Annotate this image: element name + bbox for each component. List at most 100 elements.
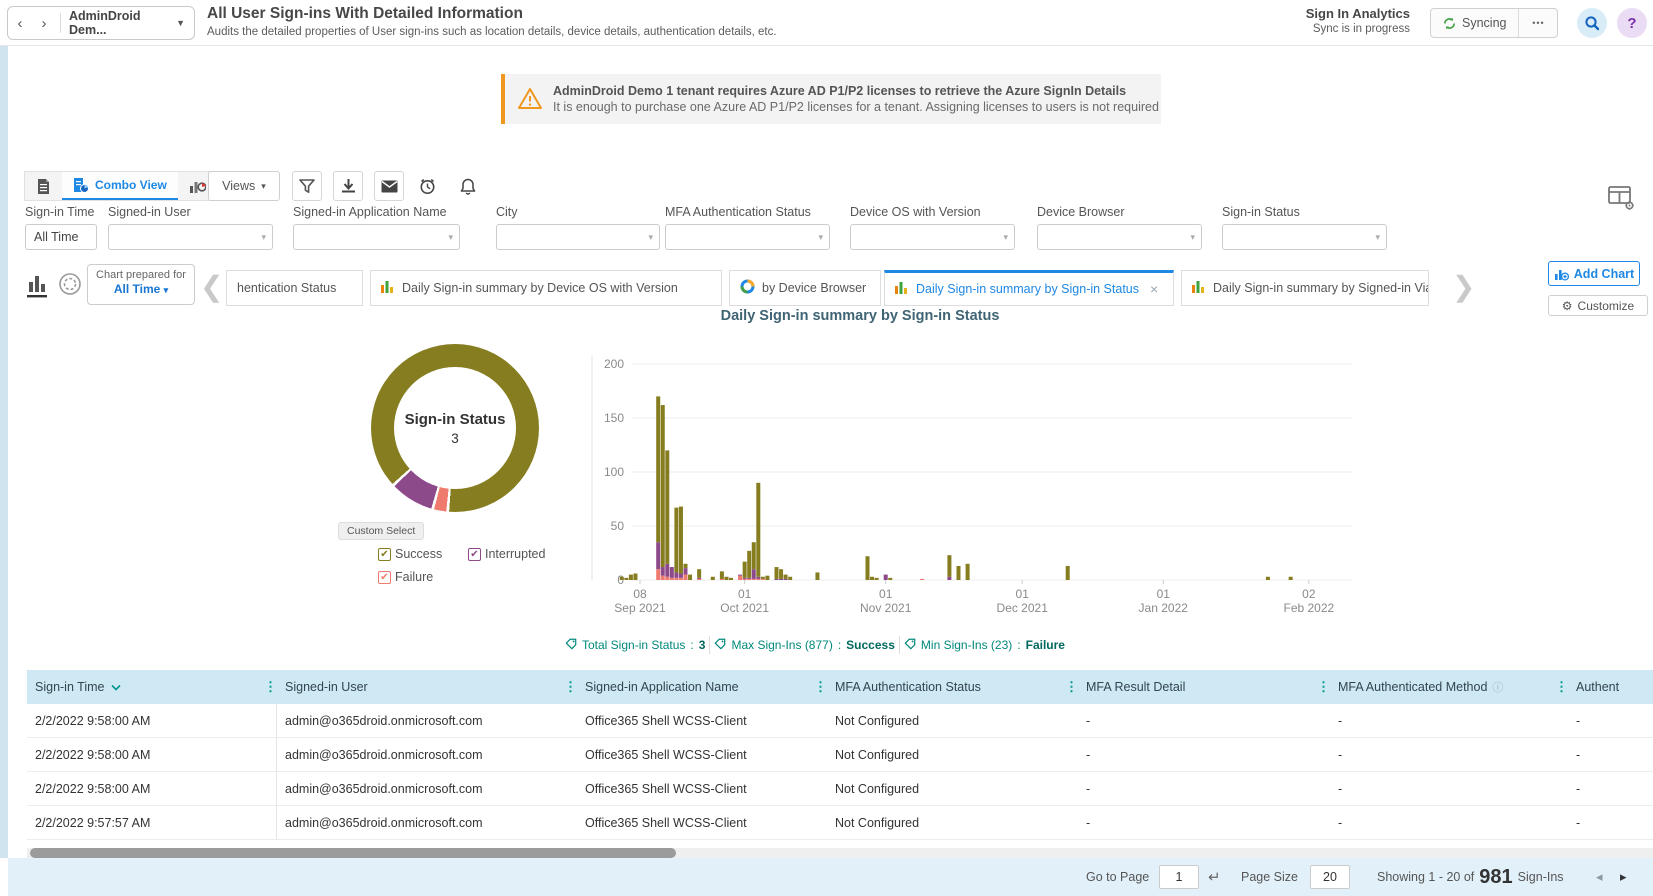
table-cell: - xyxy=(1078,738,1330,772)
column-header-mfa-result-detail[interactable]: MFA Result Detail xyxy=(1078,670,1330,704)
syncing-button[interactable]: Syncing xyxy=(1431,9,1519,37)
search-button[interactable] xyxy=(1577,8,1607,38)
column-menu-icon[interactable]: ⋮ xyxy=(1555,679,1568,695)
column-menu-icon[interactable]: ⋮ xyxy=(1317,679,1330,695)
chart-tab-3[interactable]: Daily Sign-in summary by Sign-in Status× xyxy=(884,270,1174,306)
left-scroll-strip[interactable] xyxy=(0,46,8,858)
checkbox-checked-icon[interactable]: ✔ xyxy=(378,571,391,584)
chart-tab-1[interactable]: Daily Sign-in summary by Device OS with … xyxy=(370,270,722,306)
donut-chart-toggle-icon[interactable] xyxy=(58,272,82,301)
table-row[interactable]: 2/2/2022 9:58:00 AMadmin@o365droid.onmic… xyxy=(27,772,1653,806)
filter-input[interactable]: ▾ xyxy=(665,224,830,250)
checkbox-checked-icon[interactable]: ✔ xyxy=(468,548,481,561)
grid-view-button[interactable] xyxy=(25,172,62,200)
column-header-signed-in-application-name[interactable]: Signed-in Application Name xyxy=(577,670,827,704)
help-button[interactable]: ? xyxy=(1617,8,1647,38)
combo-view-button[interactable]: Combo View xyxy=(62,172,178,200)
svg-text:02: 02 xyxy=(1302,587,1316,601)
svg-text:01: 01 xyxy=(1157,587,1171,601)
chart-tab-label: hentication Status xyxy=(237,281,336,295)
filter-input[interactable]: ▾ xyxy=(293,224,460,250)
page-size-input[interactable] xyxy=(1310,865,1350,889)
legend-label: Interrupted xyxy=(485,547,545,561)
column-header-sign-in-time[interactable]: Sign-in Time xyxy=(27,670,277,704)
table-row[interactable]: 2/2/2022 9:58:00 AMadmin@o365droid.onmic… xyxy=(27,704,1653,738)
column-header-signed-in-user[interactable]: Signed-in User xyxy=(277,670,577,704)
column-label: MFA Authentication Status xyxy=(835,680,981,694)
column-settings-icon[interactable] xyxy=(1608,186,1635,216)
svg-text:50: 50 xyxy=(611,519,625,533)
forward-icon[interactable]: › xyxy=(32,15,56,32)
add-chart-button[interactable]: Add Chart xyxy=(1548,261,1640,286)
horizontal-scrollbar-thumb[interactable] xyxy=(30,848,676,858)
sort-asc-icon[interactable] xyxy=(111,680,121,694)
stat-label: Max Sign-Ins (877) xyxy=(731,638,832,652)
checkbox-checked-icon[interactable]: ✔ xyxy=(378,548,391,561)
column-menu-icon[interactable]: ⋮ xyxy=(564,679,577,695)
sync-icon xyxy=(1443,17,1456,30)
banner-text: AdminDroid Demo 1 tenant requires Azure … xyxy=(553,84,1159,114)
export-button[interactable] xyxy=(333,171,363,201)
svg-text:Sep 2021: Sep 2021 xyxy=(614,601,666,615)
enter-icon[interactable]: ↵ xyxy=(1208,858,1221,896)
column-menu-icon[interactable]: ⋮ xyxy=(1065,679,1078,695)
schedule-button[interactable] xyxy=(412,171,442,201)
email-button[interactable] xyxy=(374,171,404,201)
chart-tab-0[interactable]: hentication Status xyxy=(226,270,363,306)
customize-button[interactable]: ⚙ Customize xyxy=(1548,295,1648,316)
legend-failure[interactable]: ✔Failure xyxy=(378,570,468,584)
views-dropdown[interactable]: Views ▾ xyxy=(208,171,280,201)
chart-prepared-for[interactable]: Chart prepared for All Time ▾ xyxy=(87,264,195,305)
prepared-value: All Time ▾ xyxy=(88,282,194,296)
next-page-icon[interactable]: ▸ xyxy=(1620,858,1627,896)
filter-input[interactable]: ▾ xyxy=(496,224,660,250)
tenant-selector[interactable]: ‹ › AdminDroid Dem... ▼ xyxy=(7,6,195,40)
column-menu-icon[interactable]: ⋮ xyxy=(264,679,277,695)
close-icon[interactable]: × xyxy=(1150,281,1158,297)
daily-bar-chart: 05010015020008Sep 202101Oct 202101Nov 20… xyxy=(560,350,1360,635)
svg-text:01: 01 xyxy=(1016,587,1030,601)
horizontal-scrollbar[interactable] xyxy=(27,848,1653,858)
filter-input[interactable]: ▾ xyxy=(1222,224,1387,250)
column-header-mfa-authentication-status[interactable]: MFA Authentication Status xyxy=(827,670,1078,704)
legend-success[interactable]: ✔Success xyxy=(378,547,468,561)
filter-mfa-authentication-status: MFA Authentication Status▾ xyxy=(665,205,830,250)
chart-tab-2[interactable]: by Device Browser xyxy=(729,270,881,306)
bar-chart-toggle-icon[interactable] xyxy=(27,272,49,303)
filter-input[interactable]: All Time xyxy=(25,224,97,250)
view-switcher: Combo View xyxy=(24,171,218,201)
filter-input[interactable]: ▾ xyxy=(1037,224,1202,250)
donut-center: Sign-in Status 3 xyxy=(394,367,516,489)
svg-text:200: 200 xyxy=(604,357,624,371)
chevron-down-icon: ▼ xyxy=(167,18,194,28)
admindroid-dashboard: ‹ › AdminDroid Dem... ▼ All User Sign-in… xyxy=(0,0,1653,896)
chart-tab-4[interactable]: Daily Sign-in summary by Signed-in Via xyxy=(1181,270,1429,306)
table-row[interactable]: 2/2/2022 9:57:57 AMadmin@o365droid.onmic… xyxy=(27,806,1653,840)
custom-select-button[interactable]: Custom Select xyxy=(338,522,424,540)
table-row[interactable]: 2/2/2022 9:58:00 AMadmin@o365droid.onmic… xyxy=(27,738,1653,772)
filter-button[interactable] xyxy=(292,171,322,201)
bar-chart-icon xyxy=(381,280,395,296)
filter-input[interactable]: ▾ xyxy=(108,224,273,250)
column-menu-icon[interactable]: ⋮ xyxy=(814,679,827,695)
tag-icon xyxy=(714,638,726,653)
tabs-scroll-right-icon[interactable]: ❯ xyxy=(1452,272,1475,302)
goto-page-input[interactable] xyxy=(1159,865,1199,889)
showing-prefix: Showing 1 - 20 of xyxy=(1377,870,1474,884)
page-heading: All User Sign-ins With Detailed Informat… xyxy=(207,5,777,38)
filter-signed-in-application-name: Signed-in Application Name▾ xyxy=(293,205,460,250)
bell-icon xyxy=(460,178,476,195)
alerts-button[interactable] xyxy=(453,171,483,201)
filter-value: All Time xyxy=(34,230,78,244)
column-header-mfa-authenticated-method[interactable]: MFA Authenticated Methodⓘ xyxy=(1330,670,1568,704)
more-options-button[interactable]: ••• xyxy=(1519,9,1557,37)
filter-input[interactable]: ▾ xyxy=(850,224,1015,250)
prev-page-icon[interactable]: ◂ xyxy=(1596,858,1603,896)
tabs-scroll-left-icon[interactable]: ❮ xyxy=(200,272,223,302)
ellipsis-icon: ••• xyxy=(1532,18,1544,28)
table-cell: Not Configured xyxy=(827,704,1078,738)
back-icon[interactable]: ‹ xyxy=(8,15,32,32)
analytics-subtitle: Sync is in progress xyxy=(1306,23,1410,35)
table-cell: Office365 Shell WCSS-Client xyxy=(577,772,827,806)
column-header-authent[interactable]: Authent xyxy=(1568,670,1653,704)
